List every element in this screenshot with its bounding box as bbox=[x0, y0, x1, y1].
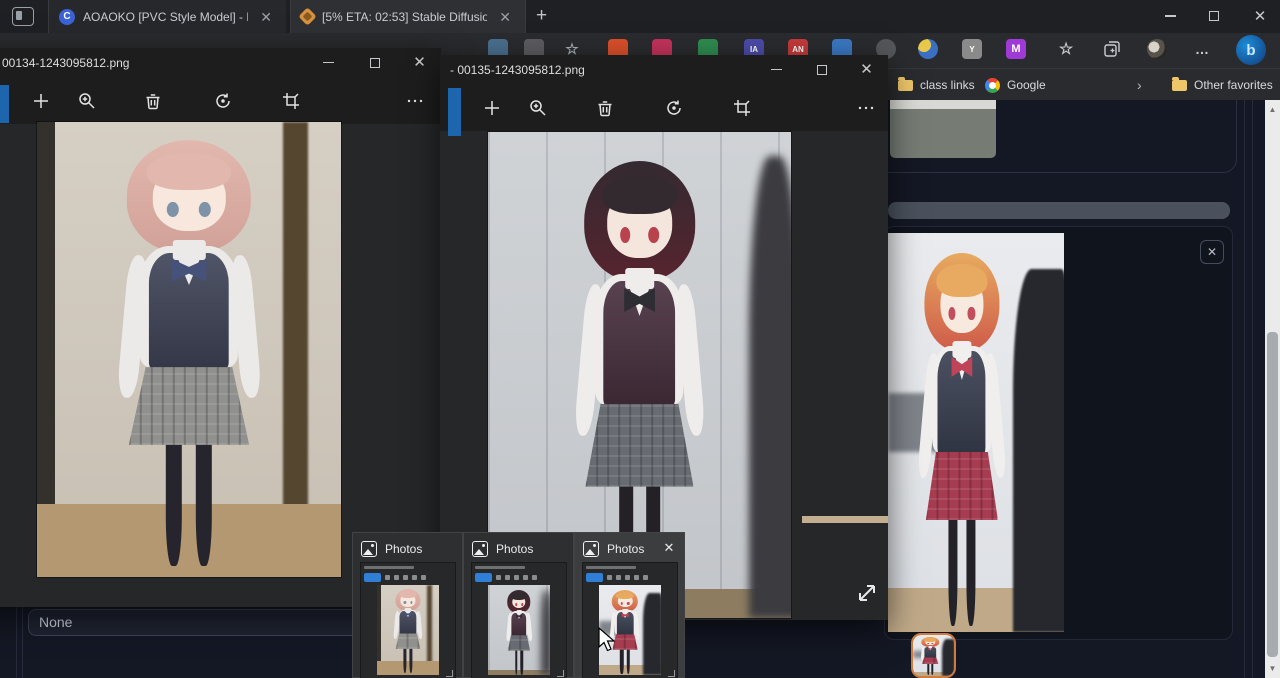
panel-divider bbox=[1244, 100, 1245, 678]
browser-minimize-button[interactable] bbox=[1148, 0, 1192, 32]
rotate-icon[interactable] bbox=[208, 86, 238, 116]
gradio-favicon-icon bbox=[298, 7, 316, 25]
add-to-album-icon[interactable] bbox=[477, 93, 507, 123]
photos2-maximize-button[interactable] bbox=[799, 55, 844, 84]
extension-globe-icon[interactable] bbox=[918, 39, 938, 59]
collections-icon[interactable] bbox=[1102, 39, 1122, 59]
tab-civitai[interactable]: C AOAOKO [PVC Style Model] - PV ✕ bbox=[48, 0, 286, 33]
photos-app-icon bbox=[472, 541, 488, 557]
favorite-folder-class-links[interactable]: class links bbox=[898, 75, 975, 95]
preview-close-icon[interactable]: ✕ bbox=[660, 539, 678, 557]
preview-app-label: Photos bbox=[496, 542, 533, 556]
photos-window2-title: - 00135-1243095812.png bbox=[450, 63, 585, 77]
favorite-label: class links bbox=[920, 78, 975, 92]
zoom-icon[interactable] bbox=[523, 93, 553, 123]
gallery-thumb-image bbox=[913, 635, 954, 676]
crop-icon[interactable] bbox=[727, 93, 757, 123]
extension-y-icon[interactable]: Y bbox=[962, 39, 982, 59]
script-dropdown-value: None bbox=[39, 614, 72, 630]
favorite-google[interactable]: Google bbox=[985, 75, 1046, 95]
browser-close-button[interactable]: ✕ bbox=[1238, 0, 1280, 32]
see-all-photos-button-edge[interactable] bbox=[0, 85, 9, 123]
scroll-up-arrow[interactable]: ▲ bbox=[1265, 102, 1280, 117]
background-image-sliver bbox=[802, 516, 888, 523]
photos2-close-button[interactable]: ✕ bbox=[844, 55, 889, 84]
prompt-textarea-partial[interactable] bbox=[890, 100, 996, 158]
crop-icon[interactable] bbox=[276, 86, 306, 116]
extension-m-icon[interactable]: M bbox=[1006, 39, 1026, 59]
close-image-button[interactable]: ✕ bbox=[1200, 240, 1224, 264]
preview-thumbnail bbox=[583, 563, 677, 678]
delete-icon[interactable] bbox=[138, 86, 168, 116]
delete-icon[interactable] bbox=[590, 93, 620, 123]
add-favorite-star-icon[interactable]: ☆ bbox=[1056, 39, 1076, 59]
generation-progress-bar bbox=[888, 202, 1230, 219]
photos1-toolbar bbox=[0, 78, 441, 124]
profile-avatar[interactable] bbox=[1147, 39, 1167, 59]
favorites-overflow-chevron[interactable]: › bbox=[1137, 75, 1142, 95]
scroll-down-arrow[interactable]: ▼ bbox=[1265, 661, 1280, 676]
tab-stable-diffusion[interactable]: [5% ETA: 02:53] Stable Diffusion ✕ bbox=[290, 0, 526, 33]
preview-thumbnail bbox=[472, 563, 566, 678]
civitai-favicon-icon: C bbox=[59, 9, 75, 25]
taskbar-preview-flyout: Photos Photos bbox=[352, 532, 685, 678]
bing-chat-icon[interactable]: b bbox=[1236, 35, 1266, 65]
folder-icon bbox=[1172, 80, 1187, 91]
screen: ✕ None bbox=[0, 0, 1280, 678]
more-options-icon[interactable] bbox=[851, 93, 881, 123]
photos-window1-title: 00134-1243095812.png bbox=[2, 56, 129, 70]
photos2-toolbar bbox=[440, 85, 888, 131]
gallery-thumbnail-selected[interactable] bbox=[911, 633, 956, 678]
photos2-minimize-button[interactable] bbox=[754, 55, 799, 84]
preview-thumbnail bbox=[361, 563, 455, 678]
photos1-close-button[interactable]: ✕ bbox=[397, 48, 442, 77]
tab-actions-menu-icon[interactable] bbox=[12, 7, 34, 26]
photos-window-1: 00134-1243095812.png ✕ bbox=[0, 48, 441, 607]
preview-app-label: Photos bbox=[385, 542, 422, 556]
browser-maximize-button[interactable] bbox=[1192, 0, 1236, 32]
photo-00134 bbox=[37, 122, 341, 577]
google-favicon-icon bbox=[985, 78, 1000, 93]
panel-divider bbox=[1252, 100, 1253, 678]
taskbar-preview-photos-3[interactable]: Photos ✕ bbox=[574, 532, 685, 678]
mouse-cursor bbox=[598, 627, 620, 660]
preview-app-label: Photos bbox=[607, 542, 644, 556]
favorite-label: Other favorites bbox=[1194, 78, 1273, 92]
folder-icon bbox=[898, 80, 913, 91]
browser-tab-bar: C AOAOKO [PVC Style Model] - PV ✕ [5% ET… bbox=[0, 0, 1280, 33]
tab-close-icon[interactable]: ✕ bbox=[256, 8, 276, 26]
taskbar-preview-photos-1[interactable]: Photos bbox=[352, 532, 463, 678]
photos1-minimize-button[interactable] bbox=[306, 48, 351, 77]
photo-blonde-girl bbox=[888, 233, 1064, 632]
favorite-label: Google bbox=[1007, 78, 1046, 92]
page-scrollbar[interactable]: ▲ ▼ bbox=[1265, 100, 1280, 678]
favorite-folder-other-favorites[interactable]: Other favorites bbox=[1172, 75, 1273, 95]
scrollbar-thumb[interactable] bbox=[1267, 332, 1278, 657]
browser-more-menu-icon[interactable]: … bbox=[1192, 39, 1212, 59]
new-tab-button[interactable]: + bbox=[536, 5, 547, 27]
tab-title: AOAOKO [PVC Style Model] - PV bbox=[83, 10, 248, 24]
photos1-maximize-button[interactable] bbox=[352, 48, 397, 77]
photos-app-icon bbox=[583, 541, 599, 557]
tab-close-icon[interactable]: ✕ bbox=[495, 8, 515, 26]
add-to-album-icon[interactable] bbox=[26, 86, 56, 116]
rotate-icon[interactable] bbox=[659, 93, 689, 123]
expand-resize-icon[interactable] bbox=[852, 578, 882, 608]
taskbar-preview-photos-2[interactable]: Photos bbox=[463, 532, 574, 678]
tab-title: [5% ETA: 02:53] Stable Diffusion bbox=[322, 10, 487, 24]
see-all-photos-button-edge[interactable] bbox=[448, 88, 461, 136]
photos-app-icon bbox=[361, 541, 377, 557]
more-options-icon[interactable] bbox=[400, 86, 430, 116]
generated-image-00136[interactable] bbox=[888, 233, 1064, 632]
zoom-icon[interactable] bbox=[72, 86, 102, 116]
